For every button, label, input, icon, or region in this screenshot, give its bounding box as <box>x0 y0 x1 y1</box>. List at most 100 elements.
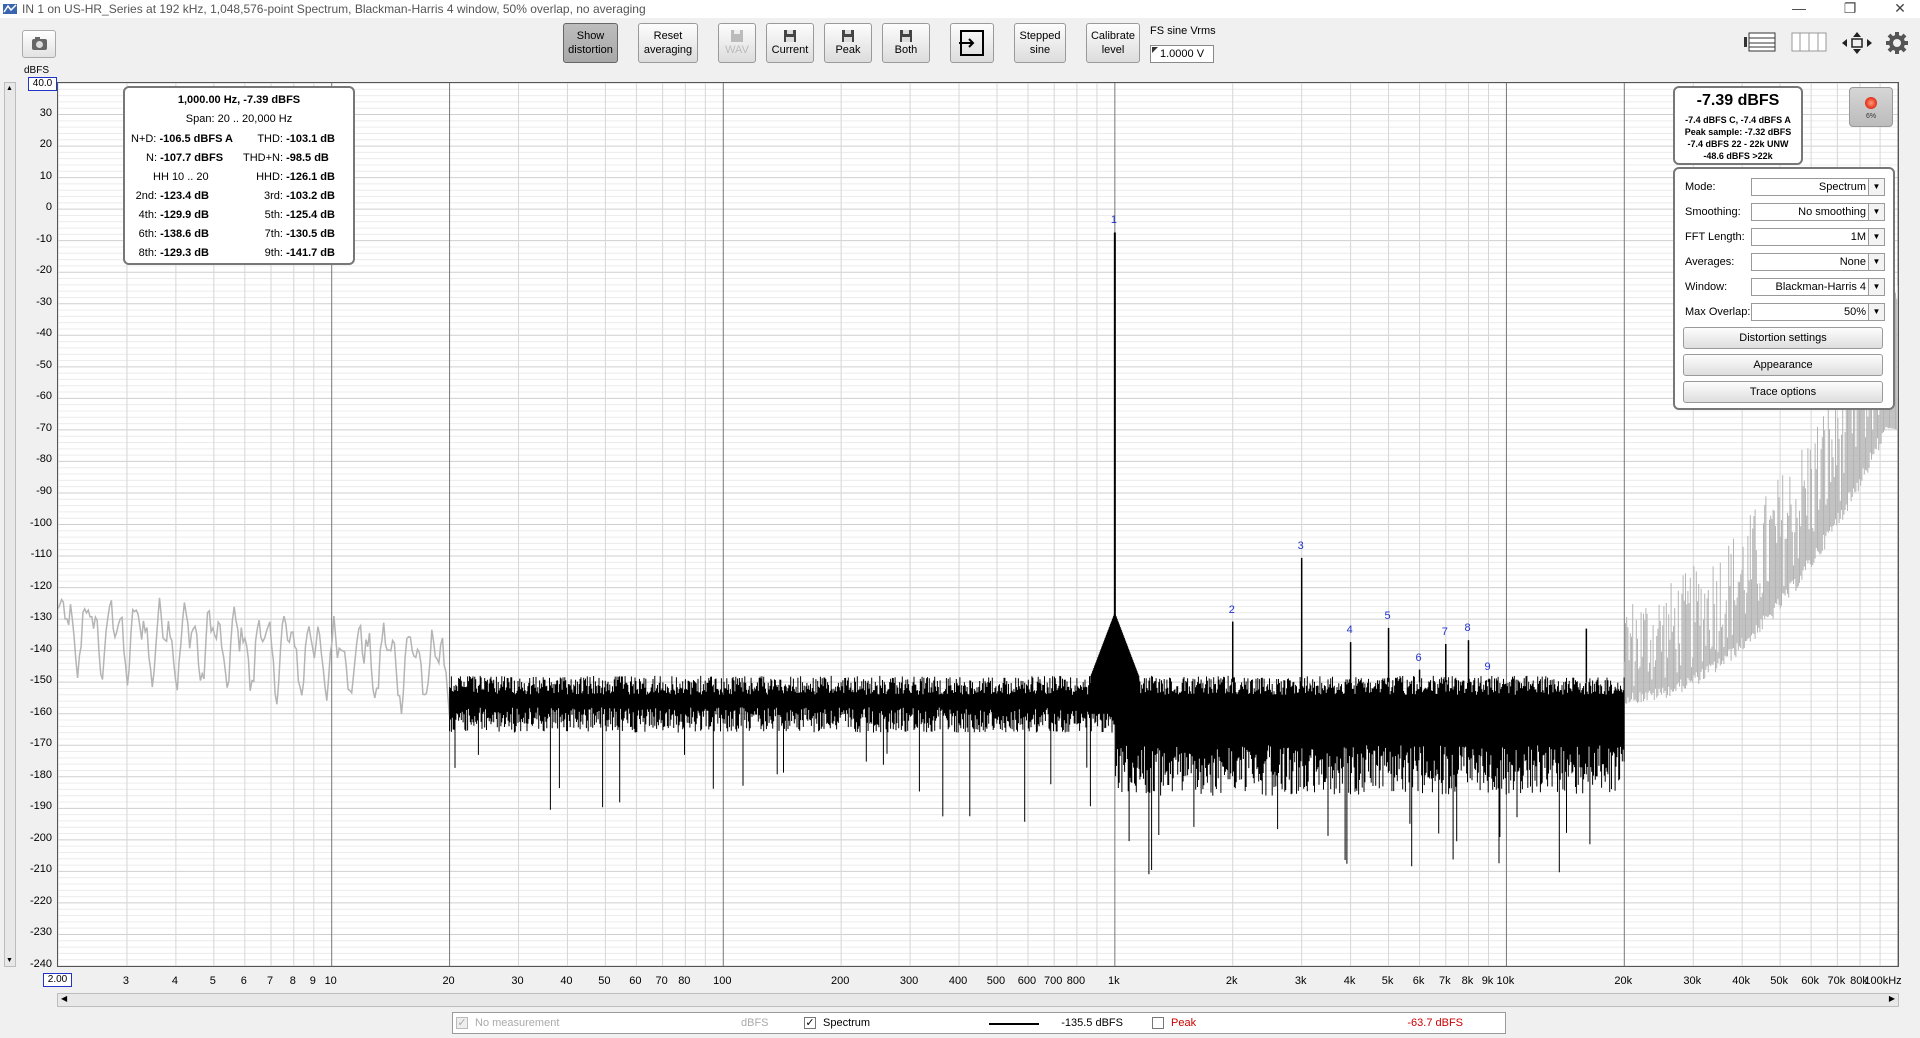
wav-button[interactable]: WAV <box>718 23 756 63</box>
n-value: -107.7 dBFS <box>160 152 224 164</box>
y-tick-label: -50 <box>36 358 52 371</box>
show-distortion-button[interactable]: Show distortion <box>563 23 618 63</box>
y-tick-label: -150 <box>29 674 52 687</box>
x-tick-label: 10 <box>324 975 337 987</box>
wav-label: WAV <box>725 44 749 56</box>
window-title: IN 1 on US-HR_Series at 192 kHz, 1,048,5… <box>22 2 646 16</box>
x-axis-min-input[interactable]: 2.00 <box>43 973 72 987</box>
noise-floor-trace <box>449 612 1625 875</box>
expand-arrows-icon <box>1842 32 1872 54</box>
close-button[interactable]: ✕ <box>1880 0 1920 18</box>
export-button[interactable] <box>950 23 994 63</box>
max-overlap-label: Max Overlap: <box>1685 306 1751 318</box>
controls-panel: Mode: Spectrum ▼ Smoothing: No smoothing ▼… <box>1673 167 1895 410</box>
show-distortion-line2: distortion <box>568 44 613 56</box>
hhd-label: HHD: <box>256 171 283 183</box>
scroll-down-icon[interactable]: ▼ <box>6 957 13 964</box>
reset-averaging-button[interactable]: Reset averaging <box>638 23 698 63</box>
smoothing-select[interactable]: No smoothing ▼ <box>1751 203 1885 221</box>
trace-legend: ✓ No measurement dBFS ✓ Spectrum -135.5 … <box>452 1012 1506 1034</box>
restore-button[interactable]: ❐ <box>1830 0 1870 18</box>
h2-label: 2nd: <box>135 190 157 202</box>
y-tick-label: -130 <box>29 611 52 624</box>
max-overlap-select[interactable]: 50% ▼ <box>1751 303 1885 321</box>
y-tick-label: -160 <box>29 705 52 718</box>
y-tick-label: 20 <box>39 138 52 151</box>
mode-label: Mode: <box>1685 181 1716 193</box>
x-tick-label: 80 <box>678 975 691 987</box>
y-tick-label: -70 <box>36 421 52 434</box>
window-label: Window: <box>1685 281 1728 293</box>
peak-trace-value: -63.7 dBFS <box>1407 1017 1463 1029</box>
panel-layout-icon <box>1744 32 1776 52</box>
hhd-value: -126.1 dB <box>286 171 335 183</box>
harmonic-marker: 5 <box>1384 609 1391 622</box>
h4-value: -129.9 dB <box>160 209 209 221</box>
horizontal-scrollbar[interactable]: ◀ ▶ <box>57 993 1899 1007</box>
mode-select[interactable]: Spectrum ▼ <box>1751 178 1885 196</box>
thd-label: THD: <box>257 133 283 145</box>
y-tick-label: -230 <box>29 926 52 939</box>
save-both-button[interactable]: Both <box>882 23 930 63</box>
appearance-button[interactable]: Appearance <box>1683 354 1883 376</box>
x-tick-label: 300 <box>899 975 919 987</box>
no-measurement-checkbox[interactable]: ✓ <box>456 1017 468 1029</box>
harmonic-marker: 1 <box>1110 214 1117 227</box>
smoothing-label: Smoothing: <box>1685 206 1741 218</box>
distortion-panel: 1,000.00 Hz, -7.39 dBFS Span: 20 .. 20,0… <box>123 86 355 265</box>
y-tick-label: -100 <box>29 516 52 529</box>
floppy-icon <box>731 30 743 42</box>
show-distortion-line1: Show <box>576 30 605 42</box>
fft-length-select[interactable]: 1M ▼ <box>1751 228 1885 246</box>
peak-checkbox[interactable] <box>1152 1017 1164 1029</box>
harmonic-marker: 2 <box>1228 603 1235 616</box>
x-tick-label: 100 <box>713 975 732 987</box>
y-tick-label: -110 <box>30 548 52 561</box>
trace-options-button[interactable]: Trace options <box>1683 381 1883 403</box>
minimize-button[interactable]: — <box>1779 0 1819 18</box>
distortion-settings-button[interactable]: Distortion settings <box>1683 327 1883 349</box>
snapshot-button[interactable] <box>22 30 56 58</box>
window-select[interactable]: Blackman-Harris 4 ▼ <box>1751 278 1885 296</box>
window-layout-button[interactable] <box>1790 30 1828 54</box>
save-current-button[interactable]: Current <box>766 23 814 63</box>
settings-button[interactable] <box>1885 31 1909 55</box>
floppy-icon <box>784 30 796 42</box>
y-tick-label: -10 <box>36 232 52 245</box>
x-tick-label: 20 <box>442 975 455 987</box>
smoothing-value: No smoothing <box>1798 206 1866 218</box>
max-overlap-value: 50% <box>1843 306 1866 318</box>
gear-icon <box>1886 32 1908 54</box>
mode-value: Spectrum <box>1818 181 1866 193</box>
y-axis-unit: dBFS <box>24 65 50 76</box>
fit-graph-button[interactable] <box>1840 30 1874 56</box>
chevron-down-icon: ▼ <box>1868 304 1884 320</box>
harmonic-marker: 7 <box>1441 625 1448 638</box>
y-axis-max-input[interactable]: 40.0 <box>28 77 57 91</box>
fs-sine-input[interactable]: 1.0000 V <box>1150 45 1214 63</box>
h5-value: -125.4 dB <box>286 209 335 221</box>
x-tick-label: 800 <box>1066 975 1086 987</box>
layout-toggle-button[interactable] <box>1743 30 1777 54</box>
harmonic-marker: 9 <box>1484 661 1491 674</box>
harmonic-marker: 6 <box>1415 651 1422 664</box>
y-tick-label: -30 <box>36 295 52 308</box>
averages-select[interactable]: None ▼ <box>1751 253 1885 271</box>
calibrate-level-button[interactable]: Calibrate level <box>1086 23 1140 63</box>
x-tick-label: 2k <box>1225 975 1238 987</box>
x-tick-label: 200 <box>830 975 850 987</box>
level-line2: Peak sample: -7.32 dBFS <box>1684 127 1792 137</box>
spectrum-checkbox[interactable]: ✓ <box>804 1017 816 1029</box>
scroll-up-icon[interactable]: ▲ <box>6 85 13 92</box>
scroll-left-icon[interactable]: ◀ <box>61 994 67 1003</box>
spectrum-label: Spectrum <box>823 1017 871 1029</box>
stepped-sine-button[interactable]: Stepped sine <box>1014 23 1066 63</box>
save-peak-button[interactable]: Peak <box>824 23 872 63</box>
stepped-sine-line2: sine <box>1029 44 1051 56</box>
y-tick-label: -60 <box>36 390 52 403</box>
record-button[interactable]: 6% <box>1849 87 1893 127</box>
vertical-scrollbar[interactable]: ▲ ▼ <box>4 82 16 967</box>
current-label: Current <box>771 44 809 56</box>
scroll-right-icon[interactable]: ▶ <box>1889 994 1895 1003</box>
h4-label: 4th: <box>138 209 157 221</box>
